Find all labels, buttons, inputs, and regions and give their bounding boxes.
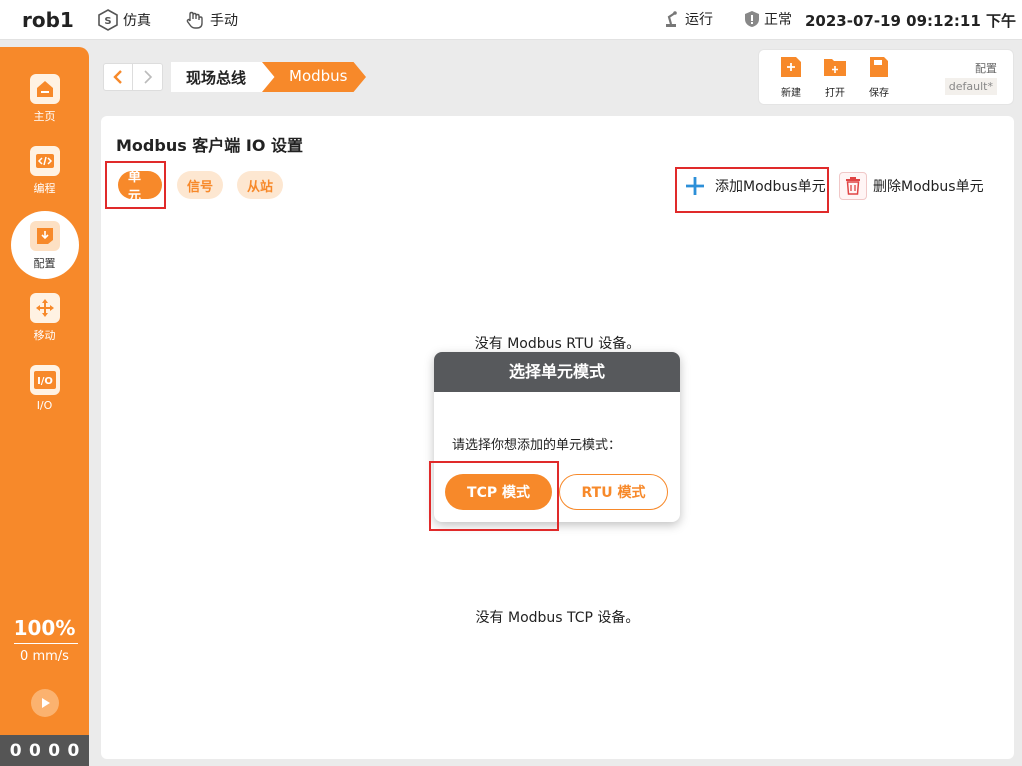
empty-rtu-message: 没有 Modbus RTU 设备。	[474, 336, 641, 352]
page-title: Modbus 客户端 IO 设置	[116, 136, 304, 155]
config-label: 配置	[975, 62, 997, 75]
sidebar-item-program[interactable]: 编程	[0, 146, 89, 206]
speed-value: 0 mm/s	[20, 649, 69, 664]
sidebar-item-label: 配置	[33, 257, 56, 270]
svg-text:S: S	[104, 16, 111, 27]
play-button[interactable]	[31, 689, 59, 717]
safety-status: 正常	[744, 9, 792, 29]
highlight-box	[429, 461, 559, 531]
sidebar-item-label: 移动	[33, 329, 56, 342]
sidebar-item-config[interactable]: 配置	[0, 221, 89, 281]
rtu-mode-button[interactable]: RTU 模式	[559, 474, 668, 510]
save-button[interactable]: 保存	[859, 56, 899, 99]
datetime-display: 2023-07-19 09:12:11 下午	[804, 12, 1016, 30]
counter-digit: 0	[9, 740, 22, 761]
trash-icon	[839, 172, 867, 200]
delete-label: 删除Modbus单元	[873, 179, 984, 195]
dialog-prompt: 请选择你想添加的单元模式：	[452, 438, 622, 453]
move-icon	[29, 293, 60, 323]
counter-digit: 0	[67, 740, 80, 761]
run-status: 运行	[663, 9, 713, 29]
simulate-button[interactable]: S 仿真	[97, 9, 151, 31]
open-label: 打开	[825, 88, 845, 99]
sidebar-item-label: 主页	[33, 110, 56, 123]
empty-tcp-message: 没有 Modbus TCP 设备。	[475, 610, 640, 626]
svg-text:I/O: I/O	[37, 376, 53, 387]
tab-slave[interactable]: 从站	[237, 171, 283, 199]
play-icon	[42, 698, 50, 708]
sidebar-item-label: I/O	[36, 399, 53, 412]
chevron-right-icon	[143, 70, 152, 84]
open-folder-icon	[824, 59, 846, 76]
new-button[interactable]: 新建	[771, 56, 811, 99]
status-label: 正常	[764, 12, 792, 28]
forward-button[interactable]	[133, 64, 162, 90]
save-icon	[870, 57, 888, 77]
speed-divider	[14, 643, 78, 644]
robot-name: rob1	[22, 8, 74, 32]
back-button[interactable]	[104, 64, 133, 90]
counter-digit: 0	[28, 740, 41, 761]
robot-arm-icon	[666, 11, 677, 27]
sidebar-item-io[interactable]: I/O I/O	[0, 365, 89, 425]
shield-icon	[745, 11, 759, 27]
open-button[interactable]: 打开	[815, 56, 855, 99]
history-nav	[103, 63, 163, 91]
speed-percent[interactable]: 100%	[0, 616, 89, 640]
sidebar-item-label: 编程	[33, 182, 56, 195]
manual-label: 手动	[210, 13, 238, 29]
io-icon: I/O	[29, 365, 60, 395]
breadcrumb-modbus[interactable]: Modbus	[262, 62, 366, 92]
counter-digit: 0	[48, 740, 61, 761]
highlight-box	[675, 167, 829, 213]
file-toolbar: 新建 打开 保存 配置 default*	[758, 49, 1014, 105]
breadcrumb-fieldbus[interactable]: 现场总线	[171, 62, 281, 92]
hand-icon	[186, 11, 203, 29]
counter-bar: 0 0 0 0	[0, 735, 89, 766]
sidebar-item-home[interactable]: 主页	[0, 74, 89, 134]
top-bar: rob1 S 仿真 手动 运行 正常 2023-07-19 09:12:11 下…	[0, 0, 1022, 40]
simulate-icon: S	[98, 9, 118, 31]
delete-modbus-unit-button[interactable]: 删除Modbus单元	[839, 172, 984, 200]
tab-signal[interactable]: 信号	[177, 171, 223, 199]
manual-mode-button[interactable]: 手动	[184, 9, 238, 31]
simulate-label: 仿真	[123, 13, 151, 29]
save-label: 保存	[869, 88, 889, 99]
new-label: 新建	[781, 88, 801, 99]
sidebar-item-move[interactable]: 移动	[0, 293, 89, 353]
code-icon	[29, 146, 60, 176]
home-icon	[29, 74, 60, 104]
config-value: default*	[944, 78, 997, 95]
dialog-title: 选择单元模式	[434, 352, 680, 392]
run-label: 运行	[685, 12, 713, 28]
sidebar: 主页 编程 配置 移动 I/O I/O 100% 0 mm/s 0 0 0 0	[0, 47, 89, 766]
config-icon	[29, 221, 60, 251]
highlight-box	[105, 161, 166, 209]
new-file-icon	[781, 57, 801, 77]
chevron-left-icon	[113, 70, 122, 84]
